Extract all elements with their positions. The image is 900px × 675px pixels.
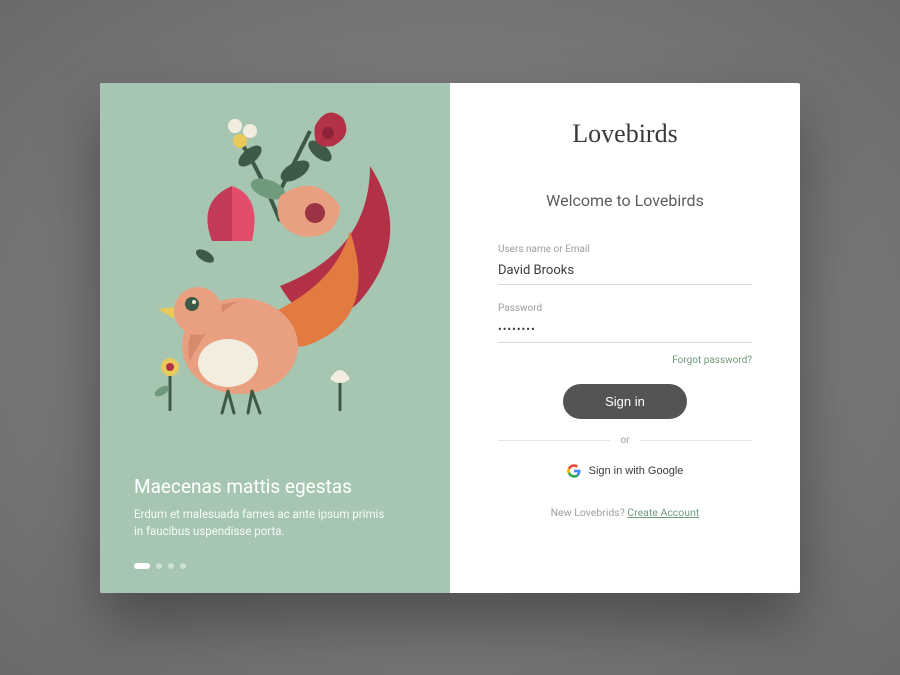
username-label: Users name or Email bbox=[498, 244, 752, 255]
promo-panel: Maecenas mattis egestas Erdum et malesua… bbox=[100, 83, 450, 593]
bird-flowers-illustration bbox=[140, 101, 410, 431]
slide-dot-1[interactable] bbox=[134, 563, 150, 569]
slide-dot-3[interactable] bbox=[168, 563, 174, 569]
login-card: Maecenas mattis egestas Erdum et malesua… bbox=[100, 83, 800, 593]
divider-line-left bbox=[498, 440, 610, 441]
username-field-group: Users name or Email bbox=[498, 244, 752, 285]
slide-indicator bbox=[134, 563, 416, 569]
promo-headline: Maecenas mattis egestas bbox=[134, 475, 416, 498]
forgot-password-link[interactable]: Forgot password? bbox=[672, 355, 752, 366]
signup-prompt: New Lovebrids? Create Account bbox=[498, 506, 752, 519]
slide-dot-2[interactable] bbox=[156, 563, 162, 569]
google-sign-in-button[interactable]: Sign in with Google bbox=[559, 460, 692, 482]
username-input[interactable] bbox=[498, 259, 752, 285]
signup-prefix: New Lovebrids? bbox=[551, 506, 628, 519]
welcome-heading: Welcome to Lovebirds bbox=[546, 191, 704, 210]
promo-subtext: Erdum et malesuada fames ac ante ipsum p… bbox=[134, 506, 394, 541]
form-panel: Lovebirds Welcome to Lovebirds Users nam… bbox=[450, 83, 800, 593]
create-account-link[interactable]: Create Account bbox=[627, 506, 699, 519]
password-label: Password bbox=[498, 303, 752, 314]
brand-logo: Lovebirds bbox=[572, 119, 677, 149]
divider-line-right bbox=[640, 440, 752, 441]
slide-dot-4[interactable] bbox=[180, 563, 186, 569]
or-divider: or bbox=[498, 435, 752, 446]
google-icon bbox=[567, 464, 581, 478]
password-input[interactable] bbox=[498, 319, 752, 343]
google-button-label: Sign in with Google bbox=[589, 465, 684, 477]
sign-in-button[interactable]: Sign in bbox=[563, 384, 687, 419]
password-field-group: Password bbox=[498, 303, 752, 343]
or-label: or bbox=[620, 435, 629, 446]
login-form: Users name or Email Password Forgot pass… bbox=[498, 244, 752, 519]
